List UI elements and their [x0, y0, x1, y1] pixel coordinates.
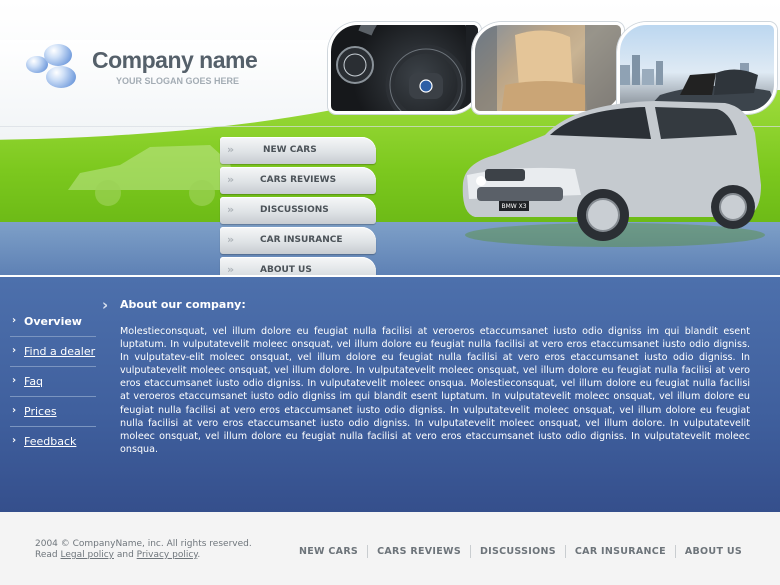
footer-link-discussions[interactable]: DISCUSSIONS — [480, 546, 556, 557]
chevron-right-icon: › — [102, 296, 109, 314]
footer-nav: NEW CARS CARS REVIEWS DISCUSSIONS CAR IN… — [299, 545, 742, 558]
read-text: Read — [35, 550, 58, 560]
chevron-right-icon: › — [12, 405, 17, 416]
legal-line: Read Legal policy and Privacy policy. — [35, 550, 200, 560]
section-header: › About our company: — [100, 295, 750, 317]
chevron-right-icon: › — [12, 435, 17, 446]
footer: 2004 © CompanyName, inc. All rights rese… — [0, 512, 780, 585]
double-chevron-icon: » — [227, 143, 234, 156]
chevron-right-icon: › — [12, 345, 17, 356]
sidebar-item-prices[interactable]: › Prices — [10, 397, 96, 427]
and-text: and — [116, 550, 134, 560]
chevron-right-icon: › — [12, 375, 17, 386]
sidebar-item-label: Find a dealer — [24, 345, 96, 358]
nav-discussions-button[interactable]: » DISCUSSIONS — [220, 197, 376, 224]
footer-divider — [469, 545, 471, 558]
nav-label: CAR INSURANCE — [260, 235, 343, 245]
footer-link-cars-reviews[interactable]: CARS REVIEWS — [377, 546, 461, 557]
main-content-area: › Overview › Find a dealer › Faq › Price… — [0, 277, 780, 512]
footer-link-car-insurance[interactable]: CAR INSURANCE — [575, 546, 666, 557]
nav-label: CARS REVIEWS — [260, 175, 337, 185]
car-image: BMW X3 — [462, 101, 765, 247]
double-chevron-icon: » — [227, 263, 234, 275]
double-chevron-icon: » — [227, 203, 234, 216]
about-section: › About our company: Molestieconsquat, v… — [100, 295, 750, 455]
sidebar-item-find-a-dealer[interactable]: › Find a dealer — [10, 337, 96, 367]
nav-label: ABOUT US — [260, 265, 312, 275]
section-title: About our company: — [120, 298, 246, 311]
sidebar-item-label: Prices — [24, 405, 57, 418]
double-chevron-icon: » — [227, 233, 234, 246]
nav-label: DISCUSSIONS — [260, 205, 329, 215]
nav-cars-reviews-button[interactable]: » CARS REVIEWS — [220, 167, 376, 194]
sidebar-item-label: Feedback — [24, 435, 77, 448]
sidebar-item-label: Faq — [24, 375, 44, 388]
about-paragraph: Molestieconsquat, vel illum dolore eu fe… — [120, 326, 750, 455]
footer-link-new-cars[interactable]: NEW CARS — [299, 546, 358, 557]
main-nav: » NEW CARS » CARS REVIEWS » DISCUSSIONS … — [220, 137, 380, 275]
double-chevron-icon: » — [227, 173, 234, 186]
nav-new-cars-button[interactable]: » NEW CARS — [220, 137, 376, 164]
footer-divider — [674, 545, 676, 558]
license-plate: BMW X3 — [501, 203, 526, 210]
chevron-right-icon: › — [12, 315, 17, 326]
sidebar-item-label: Overview — [24, 315, 82, 328]
footer-link-about-us[interactable]: ABOUT US — [685, 546, 742, 557]
nav-car-insurance-button[interactable]: » CAR INSURANCE — [220, 227, 376, 254]
copyright-text: 2004 © CompanyName, inc. All rights rese… — [35, 539, 252, 549]
sidebar-item-feedback[interactable]: › Feedback — [10, 427, 96, 457]
nav-label: NEW CARS — [263, 145, 317, 155]
company-slogan: YOUR SLOGAN GOES HERE — [116, 76, 240, 86]
sidebar: › Overview › Find a dealer › Faq › Price… — [10, 307, 96, 457]
sidebar-item-overview[interactable]: › Overview — [10, 307, 96, 337]
legal-policy-link[interactable]: Legal policy — [61, 550, 114, 560]
sidebar-item-faq[interactable]: › Faq — [10, 367, 96, 397]
footer-divider — [564, 545, 566, 558]
nav-about-us-button[interactable]: » ABOUT US — [220, 257, 376, 275]
header: Company name YOUR SLOGAN GOES HERE BMW X… — [0, 0, 780, 275]
company-logo-icon — [26, 42, 80, 90]
privacy-policy-link[interactable]: Privacy policy — [137, 550, 198, 560]
footer-divider — [367, 545, 369, 558]
company-name: Company name — [92, 47, 258, 73]
period-text: . — [197, 550, 201, 560]
background-car-silhouette — [68, 145, 236, 206]
